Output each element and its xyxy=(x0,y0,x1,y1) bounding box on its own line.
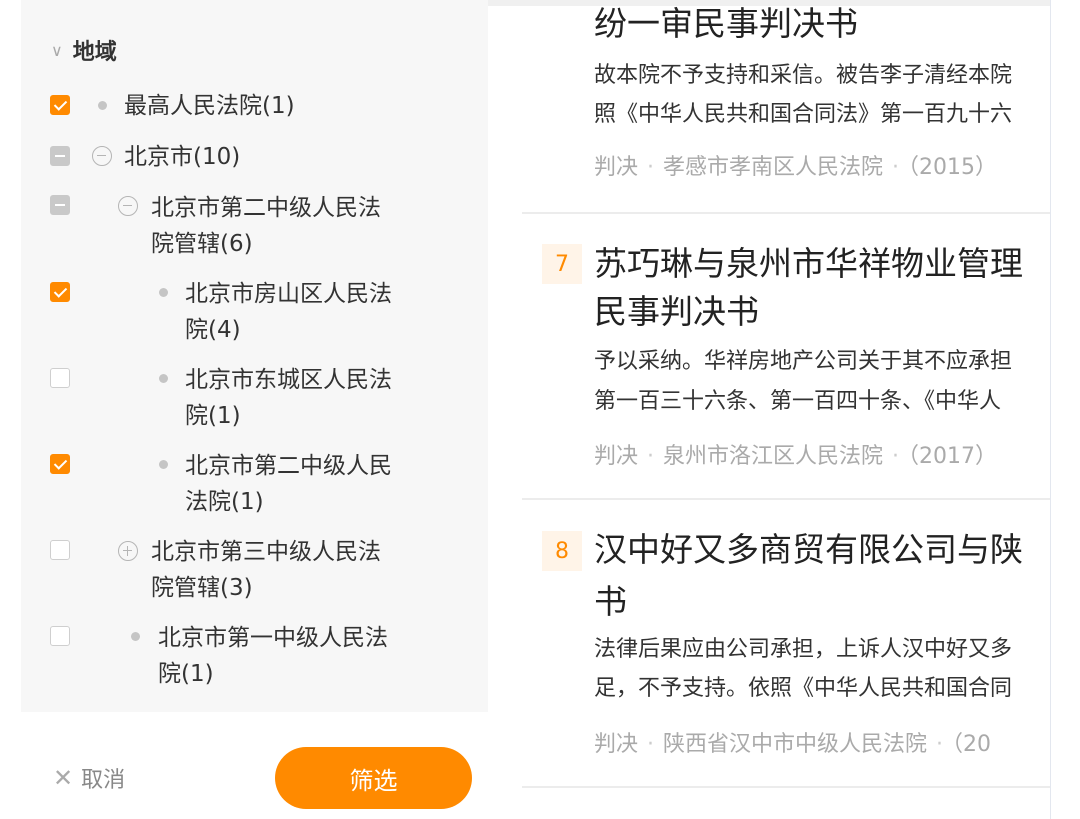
checkbox[interactable] xyxy=(50,282,70,302)
filter-confirm-button[interactable]: 筛选 xyxy=(275,747,472,809)
result-court[interactable]: 孝感市孝南区人民法院 xyxy=(663,155,883,180)
expand-icon[interactable] xyxy=(118,541,138,561)
result-court[interactable]: 陕西省汉中市中级人民法院 xyxy=(663,732,927,757)
result-meta: 判决 · 陕西省汉中市中级人民法院 · （20 xyxy=(594,732,992,757)
result-snippet: 法律后果应由公司承担，上诉人汉中好又多 xyxy=(594,637,1013,662)
result-card[interactable]: 纷一审民事判决书 故本院不予支持和采信。被告李子清经本院 照《中华人民共和国合同… xyxy=(522,0,1050,214)
filter-option-label[interactable]: 最高人民法院(1) xyxy=(124,88,295,124)
result-number-badge: 7 xyxy=(542,244,582,284)
filter-option-label[interactable]: 北京市东城区人民法 xyxy=(185,362,392,398)
checkbox[interactable] xyxy=(50,368,70,388)
collapse-icon[interactable] xyxy=(118,196,138,216)
section-title: 地域 xyxy=(72,40,117,65)
chevron-down-icon[interactable]: ∨ xyxy=(51,41,63,60)
filter-option-label-line2[interactable]: 法院(1) xyxy=(185,484,264,520)
result-snippet: 故本院不予支持和采信。被告李子清经本院 xyxy=(594,63,1013,88)
results-list: 纷一审民事判决书 故本院不予支持和采信。被告李子清经本院 照《中华人民共和国合同… xyxy=(522,0,1050,819)
checkbox[interactable] xyxy=(50,540,70,560)
filter-option-label-line2[interactable]: 院(1) xyxy=(185,398,241,434)
filter-option-label-line2[interactable]: 院(1) xyxy=(158,656,214,692)
filter-option-label[interactable]: 北京市第二中级人民 xyxy=(185,448,392,484)
right-edge xyxy=(1050,0,1080,819)
bullet-icon xyxy=(131,632,140,641)
result-card[interactable]: 8 汉中好又多商贸有限公司与陕 书 法律后果应由公司承担，上诉人汉中好又多 足，… xyxy=(522,498,1050,788)
checkbox[interactable] xyxy=(50,195,70,215)
close-icon[interactable]: ✕ xyxy=(53,764,73,792)
bullet-icon xyxy=(159,460,168,469)
left-edge xyxy=(0,0,21,819)
result-title[interactable]: 汉中好又多商贸有限公司与陕 xyxy=(594,526,1023,574)
result-type: 判决 xyxy=(594,732,639,757)
result-snippet: 照《中华人民共和国合同法》第一百九十六 xyxy=(594,102,1013,127)
result-meta: 判决 · 孝感市孝南区人民法院 · （2015） xyxy=(594,155,998,180)
cancel-button[interactable]: ✕ 取消 xyxy=(53,762,125,794)
checkbox[interactable] xyxy=(50,454,70,474)
bullet-icon xyxy=(159,374,168,383)
bullet-icon xyxy=(98,101,107,110)
result-meta: 判决 · 泉州市洛江区人民法院 · （2017） xyxy=(594,444,998,469)
checkbox[interactable] xyxy=(50,626,70,646)
filter-panel: ∨ 地域 最高人民法院(1) 北京市(10) 北京市第二中级人民法 院管辖(6)… xyxy=(21,0,488,712)
result-year: （2017） xyxy=(908,444,998,469)
bullet-icon xyxy=(159,288,168,297)
result-card[interactable]: 7 苏巧琳与泉州市华祥物业管理 民事判决书 予以采纳。华祥房地产公司关于其不应承… xyxy=(522,212,1050,500)
result-snippet: 第一百三十六条、第一百四十条、《中华人 xyxy=(594,389,1002,414)
checkbox[interactable] xyxy=(50,95,70,115)
result-snippet: 予以采纳。华祥房地产公司关于其不应承担 xyxy=(594,349,1013,374)
result-title-line2[interactable]: 书 xyxy=(594,578,627,626)
result-title[interactable]: 苏巧琳与泉州市华祥物业管理 xyxy=(594,240,1023,288)
filter-option-label-line2[interactable]: 院(4) xyxy=(185,312,241,348)
filter-option-label-line2[interactable]: 院管辖(6) xyxy=(151,226,253,262)
cancel-label[interactable]: 取消 xyxy=(81,762,125,794)
section-header-region[interactable]: ∨ 地域 xyxy=(51,34,117,66)
result-type: 判决 xyxy=(594,444,639,469)
filter-option-label[interactable]: 北京市房山区人民法 xyxy=(185,276,392,312)
filter-option-label[interactable]: 北京市第二中级人民法 xyxy=(151,190,381,226)
checkbox[interactable] xyxy=(50,146,70,166)
result-type: 判决 xyxy=(594,155,639,180)
result-year: （2015） xyxy=(908,155,998,180)
collapse-icon[interactable] xyxy=(92,146,112,166)
result-title[interactable]: 纷一审民事判决书 xyxy=(594,0,858,48)
filter-option-label-line2[interactable]: 院管辖(3) xyxy=(151,570,253,606)
result-number-badge: 8 xyxy=(542,531,582,571)
result-title-line2[interactable]: 民事判决书 xyxy=(594,288,759,336)
filter-option-label[interactable]: 北京市(10) xyxy=(124,139,240,175)
result-year: （20 xyxy=(952,732,992,757)
filter-action-bar: ✕ 取消 筛选 xyxy=(21,712,499,819)
result-court[interactable]: 泉州市洛江区人民法院 xyxy=(663,444,883,469)
filter-option-label[interactable]: 北京市第一中级人民法 xyxy=(158,620,388,656)
filter-option-label[interactable]: 北京市第三中级人民法 xyxy=(151,534,381,570)
result-snippet: 足，不予支持。依照《中华人民共和国合同 xyxy=(594,676,1013,701)
